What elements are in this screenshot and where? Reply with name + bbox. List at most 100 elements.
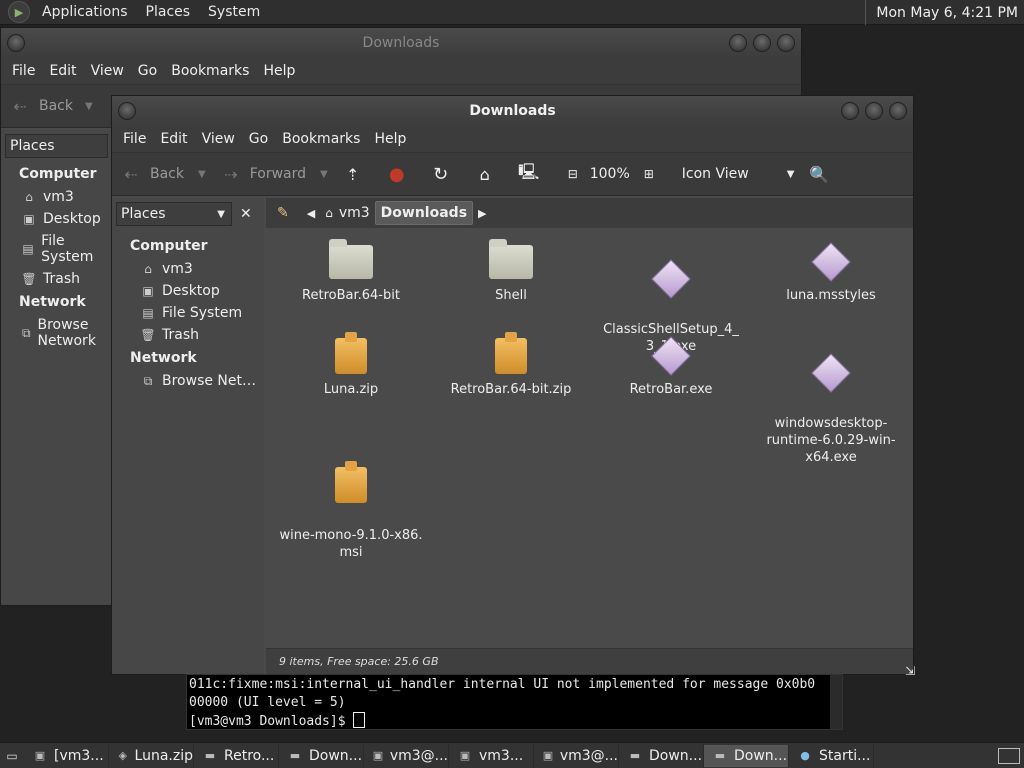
taskbar-item[interactable]: ▬ Down... — [279, 744, 364, 767]
sidebar-heading-network: Network — [130, 350, 197, 366]
sidebar-item-browse-network[interactable]: ⧉ Browse Net… — [112, 370, 264, 392]
menu-bookmarks[interactable]: Bookmarks — [164, 63, 256, 79]
window-titlebar[interactable]: Downloads — [1, 28, 801, 58]
close-button[interactable] — [889, 102, 907, 120]
taskbar-item[interactable]: ● Starti... — [789, 744, 874, 767]
menu-go[interactable]: Go — [131, 63, 164, 79]
taskbar-item[interactable]: ▬ Down... — [619, 744, 704, 767]
back-history-chevron-icon[interactable]: ▼ — [198, 169, 206, 180]
panel-clock[interactable]: Mon May 6, 4:21 PM — [865, 0, 1024, 25]
sidebar-item-trash[interactable]: 🗑 Trash — [112, 324, 264, 346]
path-scroll-right-icon[interactable]: ▶ — [473, 201, 491, 225]
workspace-switcher[interactable] — [994, 745, 1024, 767]
terminal-scrollbar[interactable] — [830, 675, 842, 729]
sidebar-item-trash[interactable]: 🗑 Trash — [1, 268, 112, 290]
wine-executable-icon — [811, 242, 851, 282]
drive-icon: ▤ — [142, 306, 154, 320]
sidebar-item-vm3[interactable]: ⌂ vm3 — [112, 258, 264, 280]
forward-button[interactable]: ⇢ Forward ▼ — [220, 163, 328, 185]
file-item[interactable]: RetroBar.64-bit — [271, 237, 431, 304]
file-item[interactable]: wine-mono-9.1.0-x86. msi — [271, 443, 431, 578]
window-menu-icon[interactable] — [7, 34, 25, 52]
zoom-in-icon[interactable]: ⊞ — [638, 163, 660, 185]
back-button[interactable]: ⇠ Back ▼ — [9, 95, 93, 117]
sidebar-item-browse-network[interactable]: ⧉ Browse Network — [1, 314, 112, 352]
taskbar-item[interactable]: ◈ Luna.zip — [109, 744, 194, 767]
sidebar-heading-network: Network — [19, 294, 86, 310]
places-dropdown[interactable]: Places — [5, 134, 108, 158]
path-scroll-left-icon[interactable]: ◀ — [302, 201, 320, 225]
file-view[interactable]: RetroBar.64-bit Shell ClassicShellSetup_… — [266, 230, 913, 648]
taskbar-item[interactable]: ▣ vm3@... — [534, 744, 619, 767]
maximize-button[interactable] — [865, 102, 883, 120]
terminal-window[interactable]: 011c:fixme:msi:internal_ui_handler inter… — [186, 674, 843, 730]
menu-file[interactable]: File — [5, 63, 42, 79]
menu-edit[interactable]: Edit — [42, 63, 83, 79]
sidebar-item-filesystem[interactable]: ▤ File System — [112, 302, 264, 324]
archive-icon — [335, 332, 367, 374]
file-item[interactable]: Shell — [431, 237, 591, 304]
close-sidebar-icon[interactable]: ✕ — [240, 206, 252, 222]
menu-bookmarks[interactable]: Bookmarks — [275, 131, 367, 147]
resize-grip-icon[interactable]: ⇲ — [905, 664, 921, 680]
archive-manager-icon: ◈ — [118, 749, 127, 762]
taskbar-item[interactable]: ▣ [vm3... — [24, 744, 109, 767]
menu-help[interactable]: Help — [367, 131, 413, 147]
path-button-vm3[interactable]: ⌂ vm3 — [320, 201, 374, 225]
stop-button[interactable]: ● — [386, 163, 416, 185]
home-button[interactable]: ⌂ — [474, 163, 504, 185]
back-button[interactable]: ⇠ Back ▼ — [120, 163, 206, 185]
taskbar-item[interactable]: ▬ Retro... — [194, 744, 279, 767]
file-item[interactable]: windowsdesktop- runtime-6.0.29-win- x64.… — [751, 331, 911, 483]
menu-view[interactable]: View — [84, 63, 131, 79]
minimize-button[interactable] — [841, 102, 859, 120]
sidebar-item-filesystem[interactable]: ▤ File System — [1, 230, 112, 268]
reload-button[interactable]: ↻ — [430, 163, 460, 185]
back-arrow-icon: ⇠ — [124, 164, 138, 184]
forward-history-chevron-icon[interactable]: ▼ — [320, 169, 328, 180]
show-desktop-button[interactable]: ▭ — [0, 745, 24, 767]
maximize-button[interactable] — [753, 34, 771, 52]
menu-bar: File Edit View Go Bookmarks Help — [112, 126, 913, 152]
menu-edit[interactable]: Edit — [153, 131, 194, 147]
file-item[interactable]: Luna.zip — [271, 331, 431, 398]
taskbar-item[interactable]: ▣ vm3... — [449, 744, 534, 767]
menu-file[interactable]: File — [116, 131, 153, 147]
taskbar-item[interactable]: ▣ vm3@... — [364, 744, 449, 767]
menu-help[interactable]: Help — [256, 63, 302, 79]
file-item[interactable]: luna.msstyles — [751, 237, 911, 304]
places-menu[interactable]: Places — [140, 4, 197, 20]
system-menu[interactable]: System — [202, 4, 266, 20]
wine-executable-icon — [651, 259, 691, 299]
window-titlebar[interactable]: Downloads — [112, 96, 913, 126]
sidebar-item-vm3[interactable]: ⌂ vm3 — [1, 186, 112, 208]
trash-icon: 🗑 — [140, 328, 156, 342]
desktop-icon: ▣ — [23, 212, 35, 226]
sidebar-item-desktop[interactable]: ▣ Desktop — [1, 208, 112, 230]
sidebar-item-desktop[interactable]: ▣ Desktop — [112, 280, 264, 302]
places-dropdown[interactable]: Places ▼ — [116, 202, 232, 226]
search-button[interactable]: 🔍 — [808, 163, 838, 185]
chevron-down-icon[interactable]: ▼ — [85, 101, 93, 112]
gnome-foot-icon[interactable]: ▶ — [8, 1, 30, 23]
stop-icon: ● — [388, 163, 405, 185]
applications-menu[interactable]: Applications — [36, 4, 134, 20]
zoom-out-icon[interactable]: ⊟ — [562, 163, 584, 185]
terminal-prompt-line[interactable]: [vm3@vm3 Downloads]$ — [189, 712, 840, 731]
computer-button[interactable]: 🖳 — [518, 162, 548, 185]
menu-go[interactable]: Go — [242, 131, 275, 147]
taskbar-item-active[interactable]: ▬ Down... — [704, 744, 789, 767]
file-item[interactable]: RetroBar.64-bit.zip — [431, 331, 591, 398]
window-menu-icon[interactable] — [118, 102, 136, 120]
minimize-button[interactable] — [729, 34, 747, 52]
file-item[interactable]: RetroBar.exe — [591, 331, 751, 398]
trash-icon: 🗑 — [21, 272, 37, 286]
wine-executable-icon — [651, 336, 691, 376]
path-button-downloads[interactable]: Downloads — [374, 201, 474, 225]
up-button[interactable]: ⇡ — [342, 163, 372, 185]
edit-location-icon[interactable]: ✎ — [272, 201, 294, 225]
view-mode-dropdown[interactable]: Icon View ▼ — [682, 166, 795, 182]
close-button[interactable] — [777, 34, 795, 52]
file-manager-window[interactable]: Downloads File Edit View Go Bookmarks He… — [111, 95, 915, 678]
menu-view[interactable]: View — [195, 131, 242, 147]
